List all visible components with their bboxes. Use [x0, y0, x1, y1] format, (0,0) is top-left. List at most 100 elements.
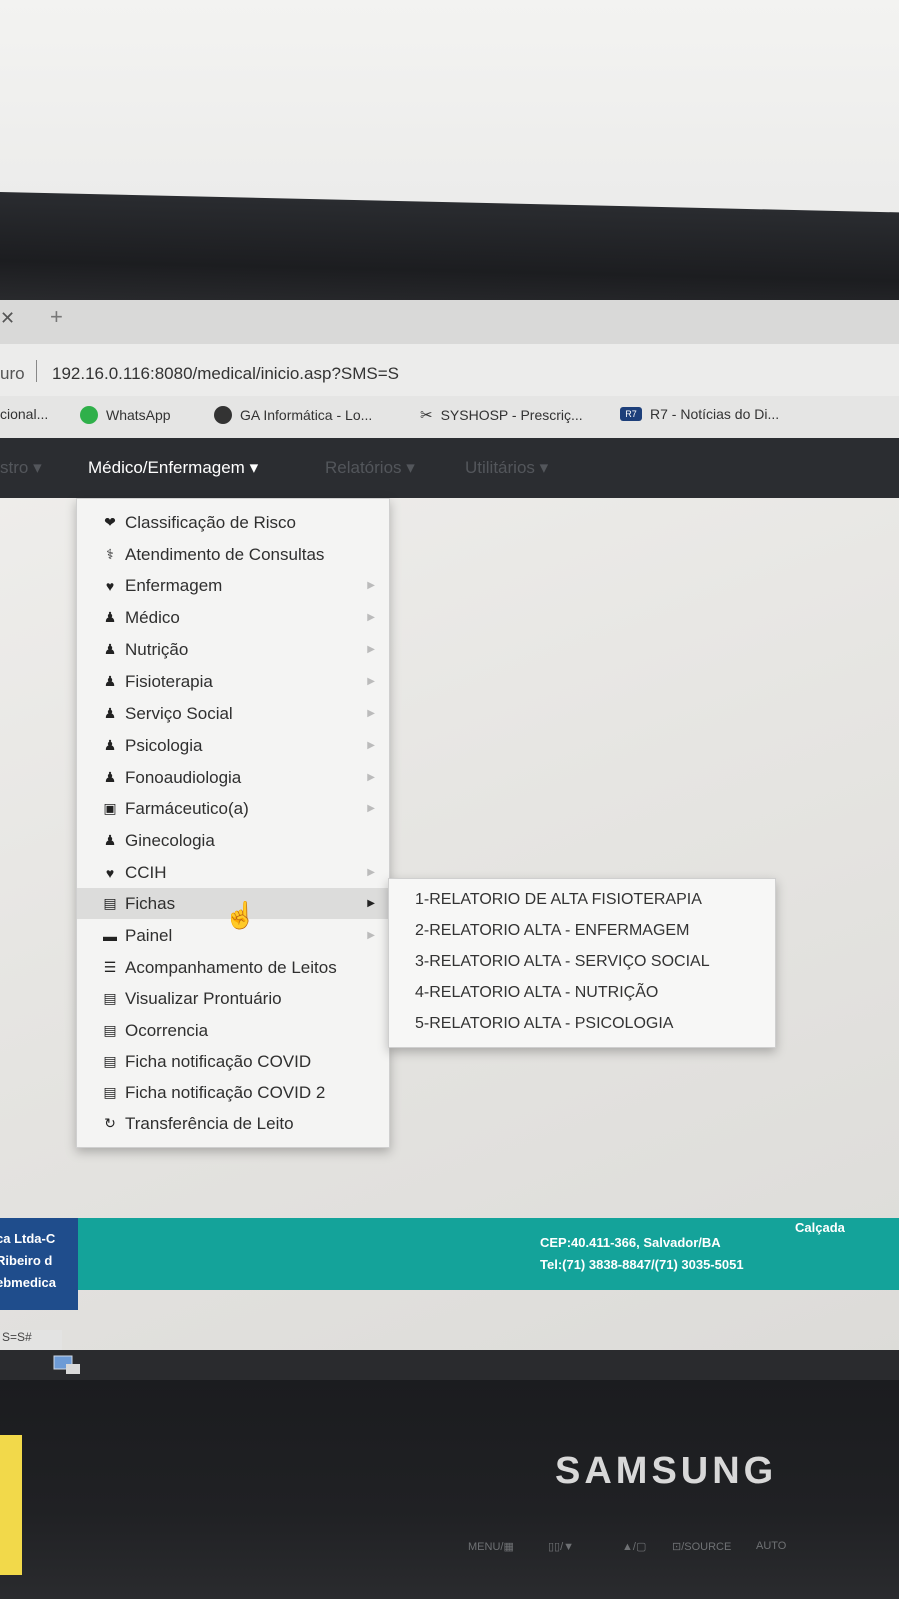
- user-md-icon: ♟: [103, 832, 117, 848]
- menu-item-enfermagem[interactable]: ♥ Enfermagem ▶: [77, 570, 389, 601]
- menu-item-label: Ficha notificação COVID: [125, 1051, 312, 1071]
- monitor-adjust-button[interactable]: ▲/▢: [622, 1540, 646, 1553]
- monitor-bottom-bezel: SAMSUNG MENU/▦ ▯▯/▼ ▲/▢ ⊡/SOURCE AUTO: [0, 1380, 899, 1599]
- footer-right-info: CEP:40.411-366, Salvador/BA Tel:(71) 383…: [540, 1232, 744, 1276]
- menu-item-servico-social[interactable]: ♟ Serviço Social ▶: [77, 698, 389, 729]
- fichas-submenu: 1-RELATORIO DE ALTA FISIOTERAPIA 2-RELAT…: [388, 878, 776, 1048]
- submenu-item-alta-enfermagem[interactable]: 2-RELATORIO ALTA - ENFERMAGEM: [415, 922, 689, 940]
- close-icon[interactable]: ✕: [0, 308, 15, 329]
- chevron-right-icon: ▶: [367, 708, 375, 719]
- nav-label: Médico/Enfermagem: [88, 458, 245, 477]
- user-md-icon: ♟: [103, 737, 117, 753]
- footer-line: Ribeiro d: [0, 1253, 53, 1268]
- nav-relatorios[interactable]: Relatórios ▾: [325, 458, 415, 478]
- menu-item-label: Classificação de Risco: [125, 512, 297, 532]
- chevron-right-icon: ▶: [367, 676, 375, 687]
- chevron-right-icon: ▶: [367, 644, 375, 655]
- menu-item-atendimento-consultas[interactable]: ⚕ Atendimento de Consultas: [77, 539, 389, 570]
- menu-item-label: Ginecologia: [125, 830, 215, 850]
- bookmark-item[interactable]: cional...: [0, 406, 48, 422]
- monitor-auto-button[interactable]: AUTO: [756, 1540, 786, 1552]
- nav-medico-enfermagem[interactable]: Médico/Enfermagem ▾: [88, 458, 258, 478]
- top-navbar: stro ▾ Médico/Enfermagem ▾ Relatórios ▾ …: [0, 438, 899, 498]
- list-alt-icon: ▤: [103, 1084, 117, 1100]
- footer-line: ca Ltda-C: [0, 1231, 56, 1246]
- page-footer: ca Ltda-C Ribeiro d ebmedica Calçada CEP…: [0, 1218, 899, 1310]
- computer-icon[interactable]: [52, 1354, 82, 1376]
- chevron-right-icon: ▶: [367, 772, 375, 783]
- menu-item-psicologia[interactable]: ♟ Psicologia ▶: [77, 730, 389, 761]
- address-security-label: uro: [0, 364, 25, 383]
- list-alt-icon: ▤: [103, 895, 117, 911]
- menu-item-ficha-covid[interactable]: ▤ Ficha notificação COVID: [77, 1046, 389, 1077]
- sticky-note: [0, 1435, 22, 1575]
- menu-item-label: Enfermagem: [125, 575, 223, 595]
- chevron-right-icon: ▶: [367, 740, 375, 751]
- list-alt-icon: ▤: [103, 1022, 117, 1038]
- menu-item-ficha-covid-2[interactable]: ▤ Ficha notificação COVID 2: [77, 1077, 389, 1108]
- heart-icon: ♥: [105, 864, 115, 881]
- stethoscope-icon: ⚕: [106, 546, 114, 562]
- menu-item-acompanhamento-leitos[interactable]: ☰ Acompanhamento de Leitos: [77, 952, 389, 983]
- submenu-item-alta-servico-social[interactable]: 3-RELATORIO ALTA - SERVIÇO SOCIAL: [415, 953, 710, 971]
- chevron-down-icon: ▾: [33, 458, 42, 477]
- bookmark-label: SYSHOSP - Prescriç...: [440, 407, 583, 423]
- menu-item-farmaceutico[interactable]: ▣ Farmáceutico(a) ▶: [77, 793, 389, 824]
- menu-item-medico[interactable]: ♟ Médico ▶: [77, 602, 389, 633]
- menu-item-label: Farmáceutico(a): [125, 798, 249, 818]
- menu-item-ginecologia[interactable]: ♟ Ginecologia: [77, 825, 389, 856]
- submenu-item-alta-psicologia[interactable]: 5-RELATORIO ALTA - PSICOLOGIA: [415, 1015, 673, 1033]
- user-md-icon: ♟: [103, 769, 117, 785]
- menu-item-label: Fisioterapia: [125, 671, 213, 691]
- bookmark-label: WhatsApp: [106, 407, 171, 423]
- monitor-brightness-button[interactable]: ▯▯/▼: [548, 1540, 574, 1553]
- bookmark-item-ga[interactable]: GA Informática - Lo...: [214, 406, 372, 424]
- footer-line: ebmedica: [0, 1275, 56, 1290]
- menu-item-label: Ficha notificação COVID 2: [125, 1082, 326, 1102]
- menu-item-classificacao-risco[interactable]: ❤ Classificação de Risco: [77, 507, 389, 538]
- chevron-right-icon: ▶: [367, 898, 375, 909]
- menu-item-label: Serviço Social: [125, 703, 233, 723]
- chevron-down-icon: ▾: [539, 458, 549, 477]
- heart-icon: ♥: [105, 577, 115, 594]
- url-text[interactable]: 192.16.0.116:8080/medical/inicio.asp?SMS…: [52, 364, 399, 384]
- menu-item-nutricao[interactable]: ♟ Nutrição ▶: [77, 634, 389, 665]
- menu-item-visualizar-prontuario[interactable]: ▤ Visualizar Prontuário: [77, 983, 389, 1014]
- menu-item-transferencia-leito[interactable]: ↻ Transferência de Leito: [77, 1108, 389, 1139]
- submenu-item-alta-nutricao[interactable]: 4-RELATORIO ALTA - NUTRIÇÃO: [415, 984, 658, 1002]
- nav-cadastro[interactable]: stro ▾: [0, 458, 42, 478]
- menu-item-label: Fonoaudiologia: [125, 767, 242, 787]
- bookmark-label: R7 - Notícias do Di...: [650, 406, 780, 422]
- menu-item-label: Acompanhamento de Leitos: [125, 957, 337, 977]
- page-content: ca Ltda-C Ribeiro d ebmedica Calçada CEP…: [0, 498, 899, 1380]
- user-md-icon: ♟: [103, 705, 117, 721]
- menu-item-ccih[interactable]: ♥ CCIH ▶: [77, 857, 389, 888]
- bookmark-item-r7[interactable]: R7 R7 - Notícias do Di...: [620, 406, 779, 422]
- menu-item-fonoaudiologia[interactable]: ♟ Fonoaudiologia ▶: [77, 762, 389, 793]
- nav-label: Relatórios: [325, 458, 402, 477]
- menu-item-label: CCIH: [125, 862, 167, 882]
- hand-cursor-icon: ☝: [224, 900, 257, 930]
- nav-label: Utilitários: [465, 458, 535, 477]
- medkit-icon: ▣: [103, 800, 117, 816]
- bookmarks-bar: cional... WhatsApp GA Informática - Lo..…: [0, 396, 899, 438]
- nav-utilitarios[interactable]: Utilitários ▾: [465, 458, 548, 478]
- menu-item-ocorrencia[interactable]: ▤ Ocorrencia: [77, 1015, 389, 1046]
- plus-icon[interactable]: +: [50, 304, 63, 330]
- address-bar[interactable]: uro 192.16.0.116:8080/medical/inicio.asp…: [0, 344, 899, 396]
- status-bar: S=S#: [0, 1330, 62, 1350]
- footer-left-info: ca Ltda-C Ribeiro d ebmedica: [0, 1218, 78, 1310]
- user-md-icon: ♟: [103, 673, 117, 689]
- menu-item-label: Atendimento de Consultas: [125, 544, 325, 564]
- menu-item-fisioterapia[interactable]: ♟ Fisioterapia ▶: [77, 666, 389, 697]
- chevron-right-icon: ▶: [367, 867, 375, 878]
- menu-item-label: Psicologia: [125, 735, 203, 755]
- menu-item-label: Fichas: [125, 893, 176, 913]
- monitor-menu-button[interactable]: MENU/▦: [468, 1540, 514, 1553]
- bookmark-item-syshosp[interactable]: ✂ SYSHOSP - Prescriç...: [420, 406, 583, 424]
- monitor-source-button[interactable]: ⊡/SOURCE: [672, 1540, 731, 1553]
- menu-item-label: Transferência de Leito: [125, 1113, 294, 1133]
- bookmark-item-whatsapp[interactable]: WhatsApp: [80, 406, 171, 424]
- menu-item-label: Visualizar Prontuário: [125, 988, 282, 1008]
- submenu-item-alta-fisioterapia[interactable]: 1-RELATORIO DE ALTA FISIOTERAPIA: [415, 891, 702, 909]
